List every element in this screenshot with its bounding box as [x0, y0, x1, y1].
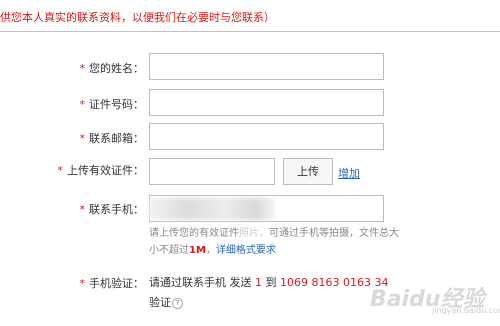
email-label: 联系邮箱： [89, 132, 144, 145]
email-label-row: * 联系邮箱： [80, 130, 145, 146]
verify-label: 手机验证： [89, 277, 144, 290]
hint-text-1: 请上传您的有效证件 [149, 228, 239, 239]
add-certificate-link[interactable]: 增加 [338, 165, 360, 181]
required-mark: * [79, 277, 86, 290]
name-label-row: * 您的姓名： [80, 60, 145, 76]
upload-button[interactable]: 上传 [283, 158, 333, 185]
required-mark: * [79, 62, 86, 75]
help-icon[interactable]: ? [172, 297, 183, 309]
upload-hint: 请上传您的有效证件照片，可通过手机等拍摄，文件总大小不超过1M，详细格式要求 [149, 225, 399, 259]
email-input[interactable] [149, 123, 384, 150]
upload-file-input[interactable] [149, 158, 275, 185]
sms-verify-instructions: 请通过联系手机 发送 1 到 1069 8163 0163 34 验证? [149, 273, 399, 313]
hint-size-limit: 1M [189, 245, 206, 256]
format-requirements-link[interactable]: 详细格式要求 [216, 245, 276, 256]
upload-label: 上传有效证件： [67, 164, 144, 177]
verify-text-1: 请通过联系手机 发送 [149, 276, 252, 289]
upload-label-row: * 上传有效证件： [58, 162, 145, 178]
header-divider [0, 31, 500, 32]
baidu-jingyan-watermark: Baidu经验 jingyan.baidu.com [370, 281, 500, 319]
sms-code: 1 [255, 276, 262, 289]
required-mark: * [57, 164, 64, 177]
watermark-url: jingyan.baidu.com [432, 306, 500, 315]
required-mark: * [79, 98, 86, 111]
verify-to: 到 [265, 276, 277, 289]
required-mark: * [79, 203, 86, 216]
verify-label-row: * 手机验证： [80, 275, 145, 291]
hint-separator: ， [205, 245, 216, 256]
id-label-row: * 证件号码： [80, 96, 145, 112]
name-label: 您的姓名： [89, 62, 144, 75]
verify-text-2: 验证 [149, 296, 171, 309]
id-number-input[interactable] [149, 89, 384, 116]
phone-label-row: * 联系手机： [80, 201, 145, 217]
phone-label: 联系手机： [89, 203, 144, 216]
redacted-phone-number [149, 198, 275, 220]
name-input[interactable] [149, 53, 384, 80]
hint-text-2: 照片， [239, 228, 269, 239]
form-notice: 供您本人真实的联系资料，以便我们在必要时与您联系） [0, 11, 275, 24]
required-mark: * [79, 132, 86, 145]
id-number-label: 证件号码： [89, 98, 144, 111]
